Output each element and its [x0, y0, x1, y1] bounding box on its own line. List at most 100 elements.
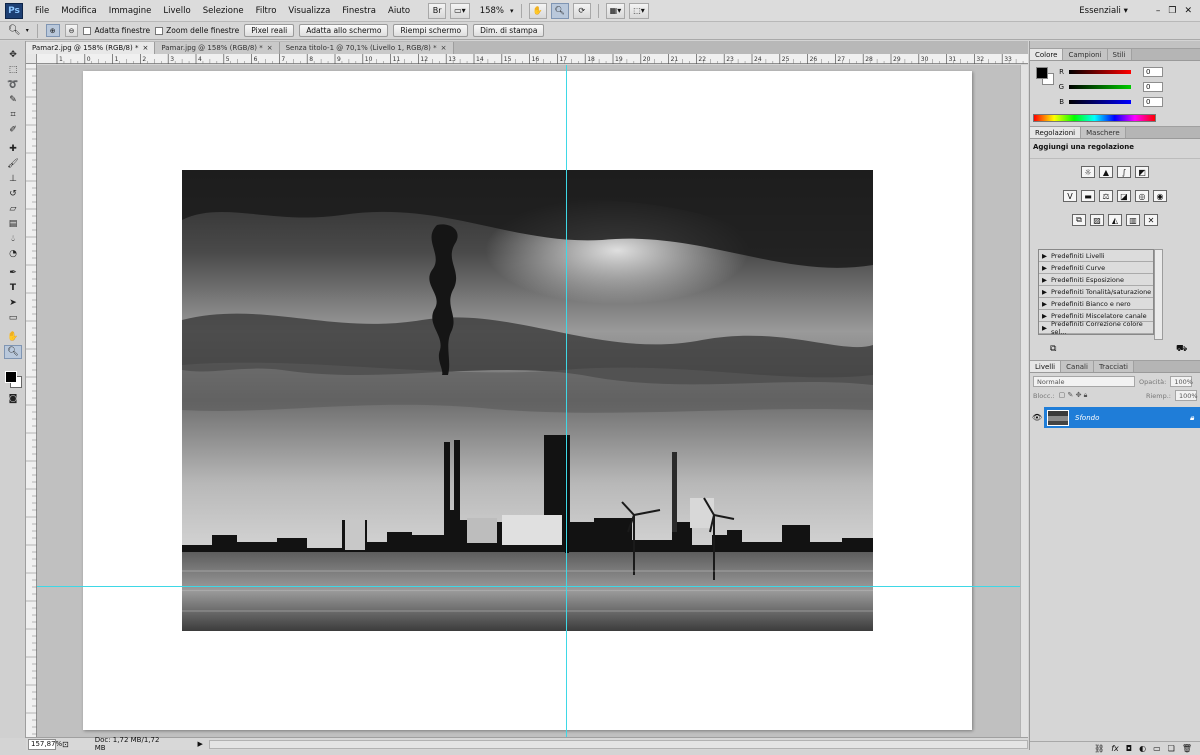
fit-windows-checkbox[interactable]: Adatta finestre: [83, 26, 150, 35]
marquee-tool[interactable]: ⬚: [4, 63, 22, 77]
zoom-tool-button[interactable]: 🔍︎: [550, 2, 569, 19]
vibrance-icon[interactable]: V: [1063, 190, 1077, 202]
lock-icons[interactable]: ▢ ✎ ✥ 🔒︎: [1059, 391, 1088, 400]
threshold-icon[interactable]: ◭: [1108, 214, 1122, 226]
close-icon[interactable]: ×: [267, 44, 273, 52]
horizontal-guide[interactable]: [37, 586, 1028, 587]
shape-tool[interactable]: ▭: [4, 311, 22, 325]
menu-visualizza[interactable]: Visualizza: [282, 0, 336, 22]
tab-stili[interactable]: Stili: [1107, 49, 1132, 60]
brightness-contrast-icon[interactable]: ☼: [1081, 166, 1095, 178]
zoom-level-dropdown[interactable]: 158%: [474, 6, 506, 16]
opacity-field[interactable]: 100%: [1170, 376, 1193, 387]
crop-tool[interactable]: ⌗: [4, 108, 22, 122]
add-mask-icon[interactable]: ◘: [1126, 744, 1132, 753]
hand-tool[interactable]: ✋: [4, 330, 22, 344]
history-brush-tool[interactable]: ↺: [4, 187, 22, 201]
bridge-button[interactable]: Br: [428, 2, 447, 19]
doc-tab-senza-titolo[interactable]: Senza titolo-1 @ 70,1% (Livello 1, RGB/8…: [279, 42, 454, 54]
path-selection-tool[interactable]: ➤: [4, 296, 22, 310]
blend-mode-select[interactable]: Normale: [1033, 376, 1135, 387]
fit-screen-button[interactable]: Adatta allo schermo: [299, 24, 389, 37]
trash-icon[interactable]: 🗑︎: [1182, 744, 1192, 753]
menu-aiuto[interactable]: Aiuto: [382, 0, 416, 22]
close-icon[interactable]: ✕: [1184, 6, 1192, 16]
tab-tracciati[interactable]: Tracciati: [1093, 361, 1134, 372]
ruler-origin[interactable]: [26, 54, 37, 64]
panel-collapse-bar[interactable]: [1030, 41, 1200, 49]
pen-tool[interactable]: ✒: [4, 266, 22, 280]
eraser-tool[interactable]: ▱: [4, 202, 22, 216]
exposure-icon[interactable]: ◩: [1135, 166, 1149, 178]
preset-item[interactable]: ▶ Predefiniti Tonalità/saturazione: [1039, 286, 1153, 298]
invert-icon[interactable]: ⧉: [1072, 214, 1086, 226]
restore-icon[interactable]: ❐: [1168, 6, 1176, 16]
zoom-all-windows-checkbox[interactable]: Zoom delle finestre: [155, 26, 239, 35]
posterize-icon[interactable]: ▨: [1090, 214, 1104, 226]
slider-green[interactable]: G 0: [1054, 79, 1163, 94]
status-menu-arrow[interactable]: ▶: [197, 740, 202, 748]
menu-modifica[interactable]: Modifica: [55, 0, 103, 22]
menu-finestra[interactable]: Finestra: [336, 0, 382, 22]
tab-campioni[interactable]: Campioni: [1063, 49, 1108, 60]
vertical-scrollbar[interactable]: [1020, 65, 1028, 737]
horizontal-ruler[interactable]: 1 0 1 2 3 4 5 6 7 8 9 10 11 12 13 14 15 16 17 18 19 20 21 22 23 2…: [37, 54, 1028, 64]
preset-item[interactable]: ▶ Predefiniti Correzione colore sel...: [1039, 320, 1153, 336]
green-value[interactable]: 0: [1143, 81, 1163, 92]
quick-selection-tool[interactable]: ✎: [4, 93, 22, 107]
menu-livello[interactable]: Livello: [157, 0, 196, 22]
fit-windows-box[interactable]: [83, 26, 92, 35]
green-slider[interactable]: [1069, 84, 1131, 89]
move-tool[interactable]: ✥: [4, 48, 22, 62]
actual-pixels-button[interactable]: Pixel reali: [244, 24, 295, 37]
doc-tab-pamar2[interactable]: Pamar2.jpg @ 158% (RGB/8) * ×: [26, 42, 156, 54]
doc-tab-pamar[interactable]: Pamar.jpg @ 158% (RGB/8) * ×: [155, 42, 280, 54]
red-slider[interactable]: [1069, 69, 1131, 74]
slider-red[interactable]: R 0: [1054, 64, 1163, 79]
presets-scrollbar[interactable]: [1154, 249, 1163, 340]
fill-field[interactable]: 100%: [1175, 390, 1198, 401]
photo-filter-icon[interactable]: ◎: [1135, 190, 1149, 202]
close-icon[interactable]: ×: [441, 44, 447, 52]
close-icon[interactable]: ×: [142, 44, 148, 52]
tab-canali[interactable]: Canali: [1061, 361, 1094, 372]
vertical-ruler[interactable]: [26, 64, 37, 737]
curves-icon[interactable]: ∫: [1117, 166, 1131, 178]
menu-filtro[interactable]: Filtro: [250, 0, 283, 22]
arrange-documents-button[interactable]: ▦▾: [605, 2, 626, 19]
levels-icon[interactable]: ▲: [1099, 166, 1113, 178]
status-zoom-button[interactable]: ⊡: [62, 740, 69, 749]
blue-slider[interactable]: [1069, 99, 1131, 104]
color-spectrum-ramp[interactable]: [1033, 114, 1156, 122]
screen-mode-button[interactable]: ⬚▾: [629, 2, 649, 19]
black-white-icon[interactable]: ◪: [1117, 190, 1131, 202]
minimize-icon[interactable]: –: [1156, 6, 1161, 16]
red-value[interactable]: 0: [1143, 66, 1163, 77]
zoom-tool[interactable]: 🔍︎: [4, 345, 22, 359]
layer-style-icon[interactable]: fx: [1111, 744, 1119, 753]
view-extras-button[interactable]: ▭▾: [450, 2, 470, 19]
panel-foreground-swatch[interactable]: [1036, 67, 1048, 79]
tab-maschere[interactable]: Maschere: [1081, 127, 1126, 138]
new-layer-icon[interactable]: ❏: [1168, 744, 1175, 753]
menu-immagine[interactable]: Immagine: [103, 0, 158, 22]
blue-value[interactable]: 0: [1143, 96, 1163, 107]
foreground-color-swatch[interactable]: [5, 371, 17, 383]
tab-regolazioni[interactable]: Regolazioni: [1030, 127, 1082, 138]
hand-tool-button[interactable]: ✋: [528, 2, 547, 19]
clip-to-layer-icon[interactable]: ⧉: [1050, 344, 1056, 354]
adjustment-mode-icon[interactable]: ⛟: [1176, 344, 1187, 355]
print-size-button[interactable]: Dim. di stampa: [473, 24, 545, 37]
zoom-tool-preset-icon[interactable]: 🔍︎: [8, 25, 21, 36]
new-group-icon[interactable]: ▭: [1153, 744, 1161, 753]
zoom-all-box[interactable]: [155, 26, 164, 35]
preset-item[interactable]: ▶ Predefiniti Bianco e nero: [1039, 298, 1153, 310]
preset-item[interactable]: ▶ Predefiniti Esposizione: [1039, 274, 1153, 286]
brush-tool[interactable]: 🖌︎: [4, 157, 22, 171]
tab-colore[interactable]: Colore: [1030, 49, 1064, 60]
canvas-area[interactable]: [37, 65, 1028, 737]
dodge-tool[interactable]: ◔: [4, 247, 22, 261]
eye-icon[interactable]: 👁︎: [1030, 413, 1044, 422]
blur-tool[interactable]: 💧︎: [4, 232, 22, 246]
zoom-out-button[interactable]: ⊖: [64, 24, 79, 37]
